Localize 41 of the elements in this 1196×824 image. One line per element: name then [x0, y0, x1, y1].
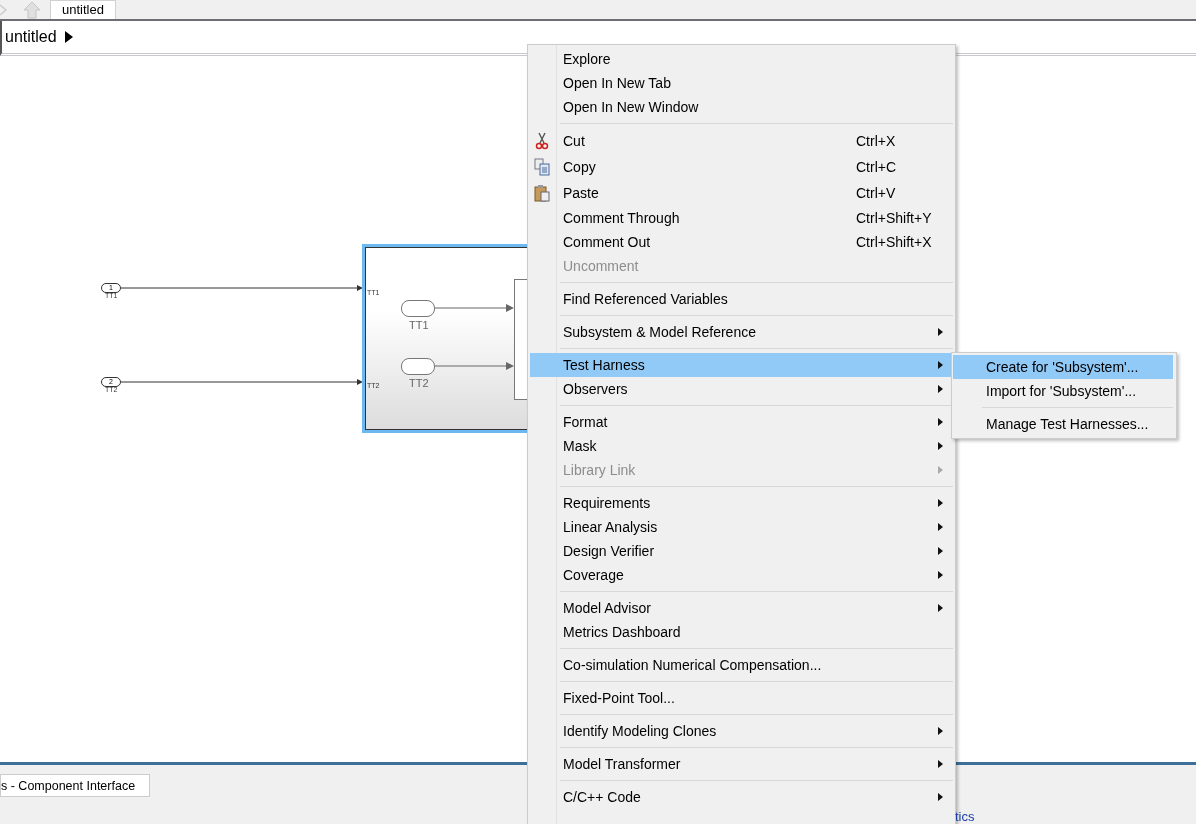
- menu-item[interactable]: C/C++ Code: [530, 785, 953, 809]
- menu-item[interactable]: Manage Test Harnesses...: [953, 412, 1173, 436]
- menu-item[interactable]: Explore: [530, 47, 953, 71]
- menu-item[interactable]: Import for 'Subsystem'...: [953, 379, 1173, 403]
- menu-item[interactable]: Cut Ctrl+X: [530, 128, 953, 154]
- link[interactable]: tics: [955, 809, 975, 824]
- menu-item[interactable]: Mask: [530, 434, 953, 458]
- menu-item[interactable]: Test Harness: [530, 353, 953, 377]
- goto-block: [401, 300, 435, 317]
- bottom-tab[interactable]: s - Component Interface: [0, 774, 151, 797]
- menu-item[interactable]: Comment Out Ctrl+Shift+X: [530, 230, 953, 254]
- scissors-icon: [533, 132, 551, 150]
- tab[interactable]: untitled: [50, 0, 116, 19]
- block-label: TT1: [409, 319, 429, 331]
- menu-item[interactable]: Coverage: [530, 563, 953, 587]
- menu-item[interactable]: Metrics Dashboard: [530, 620, 953, 644]
- menu-item[interactable]: Co-simulation Numerical Compensation...: [530, 653, 953, 677]
- menu-item[interactable]: Fixed-Point Tool...: [530, 686, 953, 710]
- menu-item[interactable]: Format: [530, 410, 953, 434]
- menu-item[interactable]: Copy Ctrl+C: [530, 154, 953, 180]
- caret-icon[interactable]: [64, 31, 73, 43]
- menu-item[interactable]: Comment Through Ctrl+Shift+Y: [530, 206, 953, 230]
- menu-item[interactable]: Subsystem & Model Reference: [530, 320, 953, 344]
- menu-item[interactable]: Open In New Window: [530, 95, 953, 119]
- menu-item[interactable]: Find Referenced Variables: [530, 287, 953, 311]
- menu-item[interactable]: Requirements: [530, 491, 953, 515]
- block-label: TT2: [409, 377, 429, 389]
- menu-item[interactable]: Model Transformer: [530, 752, 953, 776]
- menu-item[interactable]: Observers: [530, 377, 953, 401]
- menu-item[interactable]: Linear Analysis: [530, 515, 953, 539]
- paste-icon: [533, 184, 551, 202]
- up-arrow-icon[interactable]: [22, 1, 42, 19]
- breadcrumb[interactable]: untitled: [5, 28, 57, 46]
- goto-block: [401, 358, 435, 375]
- menu-item[interactable]: Paste Ctrl+V: [530, 180, 953, 206]
- copy-icon: [533, 158, 551, 176]
- menu-item[interactable]: Design Verifier: [530, 539, 953, 563]
- menu-item[interactable]: Create for 'Subsystem'...: [953, 355, 1173, 379]
- menu-item[interactable]: Open In New Tab: [530, 71, 953, 95]
- menu-item[interactable]: Identify Modeling Clones: [530, 719, 953, 743]
- menu-item[interactable]: Model Advisor: [530, 596, 953, 620]
